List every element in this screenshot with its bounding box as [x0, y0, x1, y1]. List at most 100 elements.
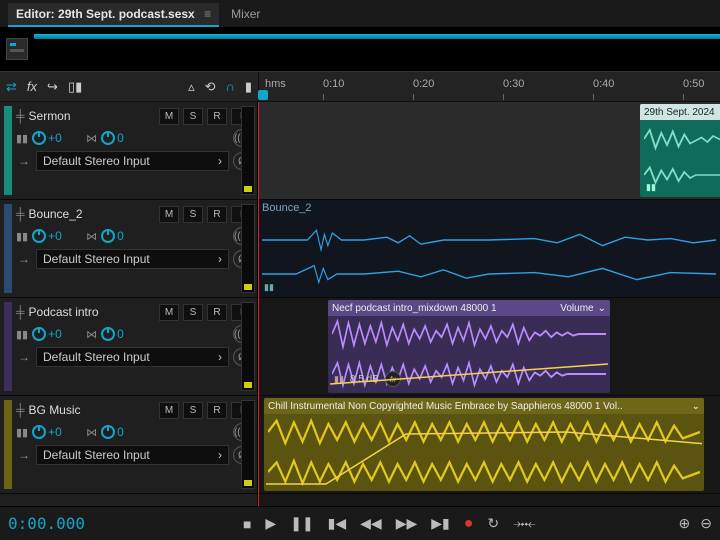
chevron-down-icon[interactable]: ⌄ [598, 303, 606, 314]
volume-knob[interactable]: +0 [32, 229, 82, 243]
clip-volume-label[interactable]: Volume [560, 303, 593, 314]
pan-knob[interactable]: 0 [101, 425, 151, 439]
skip-end-button[interactable]: ▶▮ [431, 515, 449, 532]
lane-bg-music[interactable]: Chill Instrumental Non Copyrighted Music… [258, 396, 720, 494]
ruler-tick: 0:10 [323, 78, 344, 90]
track-lanes[interactable]: 29th Sept. 2024 ◩ fx ▮▮ Bounce_2 ▮▮ [258, 102, 720, 506]
send-toggle-icon[interactable]: ↪ [47, 79, 58, 95]
lane-podcast-intro[interactable]: Necf podcast intro_mixdown 48000 1 Volum… [258, 298, 720, 396]
arm-record-button[interactable]: R [207, 402, 227, 419]
volume-knob[interactable]: +0 [32, 425, 82, 439]
track-header[interactable]: ╪BG MusicMSRI▮▮+0⋈0((∙))→Default Stereo … [0, 396, 257, 494]
eq-toggle-icon[interactable]: ▯▮ [68, 79, 82, 95]
solo-button[interactable]: S [183, 206, 203, 223]
clip-header[interactable]: 29th Sept. 2024 ◩ [640, 104, 720, 120]
snap-toggle-icon[interactable]: ∩ [226, 79, 235, 94]
volume-knob[interactable]: +0 [32, 327, 82, 341]
track-header[interactable]: ╪SermonMSRI▮▮+0⋈0((∙))→Default Stereo In… [0, 102, 257, 200]
fx-toggle-icon[interactable]: fx [27, 79, 37, 94]
skip-start-button[interactable]: ▮◀ [328, 515, 346, 532]
drag-grip-icon[interactable]: ╪ [16, 305, 25, 319]
timecode-display[interactable]: 0:00.000 [8, 514, 98, 533]
track-color-strip[interactable] [4, 106, 12, 195]
track-color-strip[interactable] [4, 204, 12, 293]
pan-icon: ⋈ [86, 132, 97, 145]
clip-title: Chill Instrumental Non Copyrighted Music… [268, 401, 623, 412]
pause-button[interactable]: ❚❚ [290, 515, 313, 532]
track-header[interactable]: ╪Bounce_2MSRI▮▮+0⋈0((∙))→Default Stereo … [0, 200, 257, 298]
lane-sermon[interactable]: 29th Sept. 2024 ◩ fx ▮▮ [258, 102, 720, 200]
zoom-in-icon[interactable]: ⊕ [679, 515, 691, 532]
toggle-input-monitor-icon[interactable]: ⇄ [6, 79, 17, 95]
drag-grip-icon[interactable]: ╪ [16, 207, 25, 221]
stop-button[interactable]: ■ [243, 516, 251, 532]
session-overview[interactable] [0, 28, 720, 72]
pan-icon: ⋈ [86, 230, 97, 243]
volume-meter-icon: ▮▮ [16, 132, 28, 145]
record-button[interactable]: ● [464, 515, 474, 533]
track-color-strip[interactable] [4, 400, 12, 489]
drag-grip-icon[interactable]: ╪ [16, 403, 25, 417]
playhead-options-icon[interactable]: ▮ [245, 79, 252, 95]
drag-grip-icon[interactable]: ╪ [16, 109, 25, 123]
preroll-icon[interactable]: ⟲ [205, 79, 216, 95]
pan-icon: ⋈ [86, 328, 97, 341]
playhead-handle[interactable] [258, 90, 268, 100]
track-name[interactable]: Sermon [29, 109, 155, 123]
zoom-out-icon[interactable]: ⊖ [700, 515, 712, 532]
track-headers-column: ╪SermonMSRI▮▮+0⋈0((∙))→Default Stereo In… [0, 102, 258, 506]
track-header[interactable]: ╪Podcast introMSRI▮▮+0⋈0((∙))→Default St… [0, 298, 257, 396]
clip-bg-music[interactable]: Chill Instrumental Non Copyrighted Music… [264, 398, 704, 491]
loop-button[interactable]: ↻ [487, 515, 499, 532]
chevron-right-icon: › [218, 448, 222, 462]
arm-record-button[interactable]: R [207, 304, 227, 321]
volume-knob[interactable]: +0 [32, 131, 82, 145]
play-button[interactable]: ▶ [265, 515, 276, 532]
mute-button[interactable]: M [159, 304, 179, 321]
chevron-right-icon: › [218, 350, 222, 364]
solo-button[interactable]: S [183, 108, 203, 125]
skip-selection-button[interactable]: ⤞⤝ [513, 515, 535, 532]
clip-sermon[interactable]: 29th Sept. 2024 ◩ fx ▮▮ [640, 104, 720, 197]
track-name[interactable]: Podcast intro [29, 305, 155, 319]
track-name[interactable]: BG Music [29, 403, 155, 417]
track-toolbar: ⇄ fx ↪ ▯▮ ▵ ⟲ ∩ ▮ hms 0:10 0:20 0:30 0:4… [0, 72, 720, 102]
clip-meter-icon: ▮▮ [646, 182, 656, 193]
clip-title: 29th Sept. 2024 [644, 107, 715, 118]
solo-button[interactable]: S [183, 402, 203, 419]
clip-header[interactable]: Chill Instrumental Non Copyrighted Music… [264, 398, 704, 414]
chevron-down-icon[interactable]: ⌄ [692, 401, 700, 412]
mute-button[interactable]: M [159, 108, 179, 125]
ruler-tick: 0:50 [683, 78, 704, 90]
overview-scroll-region[interactable] [34, 34, 720, 39]
tab-editor[interactable]: Editor: 29th Sept. podcast.sesx ≡ [8, 3, 219, 27]
mute-button[interactable]: M [159, 206, 179, 223]
input-routing-select[interactable]: Default Stereo Input› [36, 445, 229, 465]
track-color-strip[interactable] [4, 302, 12, 391]
input-routing-select[interactable]: Default Stereo Input› [36, 347, 229, 367]
metronome-icon[interactable]: ▵ [188, 79, 195, 95]
tab-mixer[interactable]: Mixer [219, 3, 272, 25]
input-routing-select[interactable]: Default Stereo Input› [36, 249, 229, 269]
clip-fx-icon[interactable]: fx [385, 371, 401, 387]
pan-knob[interactable]: 0 [101, 229, 151, 243]
pan-icon: ⋈ [86, 426, 97, 439]
pan-knob[interactable]: 0 [101, 327, 151, 341]
input-routing-select[interactable]: Default Stereo Input› [36, 151, 229, 171]
playhead-line[interactable] [258, 102, 259, 506]
chevron-right-icon: › [218, 154, 222, 168]
clip-podcast-intro[interactable]: Necf podcast intro_mixdown 48000 1 Volum… [328, 300, 610, 393]
fast-forward-button[interactable]: ▶▶ [396, 515, 418, 532]
rewind-button[interactable]: ◀◀ [360, 515, 382, 532]
arm-record-button[interactable]: R [207, 206, 227, 223]
arm-record-button[interactable]: R [207, 108, 227, 125]
panel-menu-icon[interactable]: ≡ [204, 7, 211, 21]
solo-button[interactable]: S [183, 304, 203, 321]
clip-gain-label[interactable]: 8.5 dB [350, 374, 379, 385]
pan-knob[interactable]: 0 [101, 131, 151, 145]
track-name[interactable]: Bounce_2 [29, 207, 155, 221]
lane-bounce[interactable]: Bounce_2 ▮▮ [258, 200, 720, 298]
clip-header[interactable]: Necf podcast intro_mixdown 48000 1 Volum… [328, 300, 610, 316]
mute-button[interactable]: M [159, 402, 179, 419]
time-ruler[interactable]: hms 0:10 0:20 0:30 0:40 0:50 [263, 72, 720, 102]
